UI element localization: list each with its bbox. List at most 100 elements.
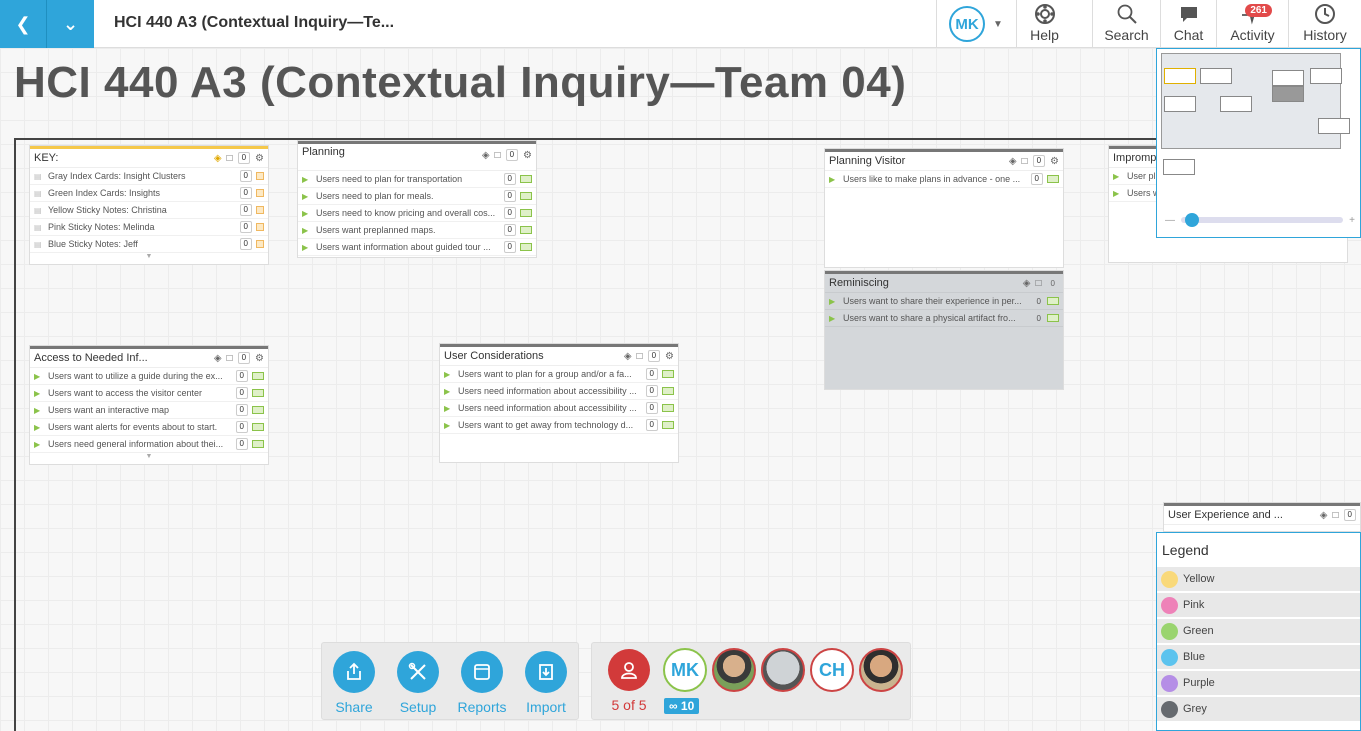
sticky-note-icon[interactable] (252, 389, 264, 397)
list-item[interactable]: ▶ Users want to plan for a group and/or a… (440, 366, 678, 383)
collaborator-avatar[interactable] (712, 648, 756, 692)
sticky-note-icon[interactable] (662, 404, 674, 412)
expand-icon[interactable]: ▶ (34, 389, 48, 398)
list-item[interactable]: ▤ Yellow Sticky Notes: Christina 0 (30, 202, 268, 219)
collaborator-avatar[interactable] (859, 648, 903, 692)
expand-icon[interactable]: ▶ (34, 372, 48, 381)
zoom-knob[interactable] (1185, 213, 1199, 227)
layers-icon[interactable]: ◈ (624, 351, 632, 362)
card-user-considerations[interactable]: User Considerations ◈ □ 0 ⚙ ▶ Users want … (439, 343, 679, 463)
comment-icon[interactable]: □ (637, 351, 643, 362)
card-planning[interactable]: Planning ◈ □ 0 ⚙ ▶ Users need to plan for… (297, 140, 537, 258)
expand-icon[interactable]: ▶ (302, 192, 316, 201)
expand-icon[interactable]: ▶ (444, 421, 458, 430)
list-item[interactable]: ▶ Users need to know pricing and overall … (298, 205, 536, 222)
scroll-down-icon[interactable]: ▼ (30, 253, 268, 265)
card-header[interactable]: KEY: ◈ □ 0 ⚙ (30, 146, 268, 168)
list-item[interactable]: ▶ Users need general information about th… (30, 436, 268, 453)
list-item[interactable]: ▶ Users need to plan for meals. 0 (298, 188, 536, 205)
menu-dropdown-button[interactable]: ⌄ (47, 0, 94, 48)
settings-icon[interactable]: ⚙ (255, 353, 264, 364)
sticky-note-icon[interactable] (252, 406, 264, 414)
list-item[interactable]: ▤ Blue Sticky Notes: Jeff 0 (30, 236, 268, 253)
help-button[interactable]: Help (1016, 0, 1072, 48)
collaborator-avatar[interactable]: CH (810, 648, 854, 692)
sticky-note-icon[interactable] (662, 387, 674, 395)
card-access-info[interactable]: Access to Needed Inf... ◈ □ 0 ⚙ ▶ Users w… (29, 345, 269, 465)
list-item[interactable]: ▶ Users want to share a physical artifact… (825, 310, 1063, 327)
activity-button[interactable]: Activity 261 (1216, 0, 1288, 48)
list-item[interactable]: ▶ Users want to access the visitor center… (30, 385, 268, 402)
search-button[interactable]: Search (1092, 0, 1160, 48)
layers-icon[interactable]: ◈ (1023, 278, 1031, 289)
expand-icon[interactable]: ▶ (829, 175, 843, 184)
card-header[interactable]: User Experience and ... ◈ □ 0 (1164, 503, 1360, 525)
minimap-panel[interactable]: — + (1156, 48, 1361, 238)
list-item[interactable]: ▶ Users want to utilize a guide during th… (30, 368, 268, 385)
comment-icon[interactable]: □ (495, 150, 501, 161)
zoom-out-icon[interactable]: — (1165, 215, 1175, 226)
comment-icon[interactable]: □ (1333, 510, 1339, 521)
list-item[interactable]: ▶ Users want alerts for events about to s… (30, 419, 268, 436)
list-item[interactable]: ▶ Users want an interactive map 0 (30, 402, 268, 419)
legend-item[interactable]: Yellow (1157, 567, 1360, 591)
list-item[interactable]: ▶ Users want preplanned maps. 0 (298, 222, 536, 239)
user-menu[interactable]: MK ▼ (936, 0, 1016, 48)
expand-icon[interactable]: ▶ (34, 406, 48, 415)
collaborator-avatar[interactable] (761, 648, 805, 692)
sticky-note-icon[interactable] (1047, 175, 1059, 183)
expand-icon[interactable]: ▶ (444, 404, 458, 413)
reports-button[interactable]: Reports (452, 651, 512, 715)
sticky-note-icon[interactable] (520, 175, 532, 183)
layers-icon[interactable]: ◈ (214, 353, 222, 364)
card-header[interactable]: Planning Visitor ◈ □ 0 ⚙ (825, 149, 1063, 171)
settings-icon[interactable]: ⚙ (1050, 156, 1059, 167)
comment-icon[interactable]: □ (227, 153, 233, 164)
expand-icon[interactable]: ▶ (302, 209, 316, 218)
list-item[interactable]: ▶ Users like to make plans in advance - o… (825, 171, 1063, 188)
layers-icon[interactable]: ◈ (214, 153, 222, 164)
minimap-viewport[interactable] (1161, 53, 1350, 149)
list-item[interactable]: ▶ Users need to plan for transportation 0 (298, 171, 536, 188)
expand-icon[interactable]: ▶ (302, 226, 316, 235)
chat-button[interactable]: Chat (1160, 0, 1216, 48)
card-header[interactable]: Reminiscing ◈ □ 0 (825, 271, 1063, 293)
legend-item[interactable]: Green (1157, 619, 1360, 643)
sticky-note-icon[interactable] (256, 189, 264, 197)
history-button[interactable]: History (1288, 0, 1361, 48)
sticky-note-icon[interactable] (252, 372, 264, 380)
expand-icon[interactable]: ▶ (444, 387, 458, 396)
list-item[interactable]: ▶ Users want information about guided tou… (298, 239, 536, 256)
sticky-note-icon[interactable] (662, 370, 674, 378)
legend-item[interactable]: Grey (1157, 697, 1360, 721)
legend-item[interactable]: Purple (1157, 671, 1360, 695)
list-item[interactable]: ▤ Green Index Cards: Insights 0 (30, 185, 268, 202)
layers-icon[interactable]: ◈ (482, 150, 490, 161)
list-item[interactable]: ▶ Users want to share their experience in… (825, 293, 1063, 310)
sticky-note-icon[interactable] (1047, 297, 1059, 305)
sticky-note-icon[interactable] (256, 172, 264, 180)
scroll-down-icon[interactable]: ▼ (30, 453, 268, 465)
settings-icon[interactable]: ⚙ (665, 351, 674, 362)
back-button[interactable]: ❮ (0, 0, 47, 48)
card-header[interactable]: Access to Needed Inf... ◈ □ 0 ⚙ (30, 346, 268, 368)
share-button[interactable]: Share (324, 651, 384, 715)
sticky-note-icon[interactable] (662, 421, 674, 429)
card-reminiscing[interactable]: Reminiscing ◈ □ 0 ▶ Users want to share t… (824, 270, 1064, 390)
expand-icon[interactable]: ▶ (1113, 172, 1127, 181)
zoom-slider[interactable]: — + (1165, 213, 1355, 227)
expand-icon[interactable]: ▶ (1113, 189, 1127, 198)
sticky-note-icon[interactable] (256, 206, 264, 214)
card-user-experience[interactable]: User Experience and ... ◈ □ 0 (1163, 502, 1361, 532)
list-item[interactable]: ▶ Users need information about accessibil… (440, 383, 678, 400)
expand-icon[interactable]: ▶ (302, 243, 316, 252)
sticky-note-icon[interactable] (520, 226, 532, 234)
expand-icon[interactable]: ▶ (444, 370, 458, 379)
sticky-note-icon[interactable] (1047, 314, 1059, 322)
sticky-note-icon[interactable] (520, 192, 532, 200)
expand-icon[interactable]: ▶ (302, 175, 316, 184)
sticky-note-icon[interactable] (252, 440, 264, 448)
settings-icon[interactable]: ⚙ (255, 153, 264, 164)
list-item[interactable]: ▤ Gray Index Cards: Insight Clusters 0 (30, 168, 268, 185)
layers-icon[interactable]: ◈ (1009, 156, 1017, 167)
